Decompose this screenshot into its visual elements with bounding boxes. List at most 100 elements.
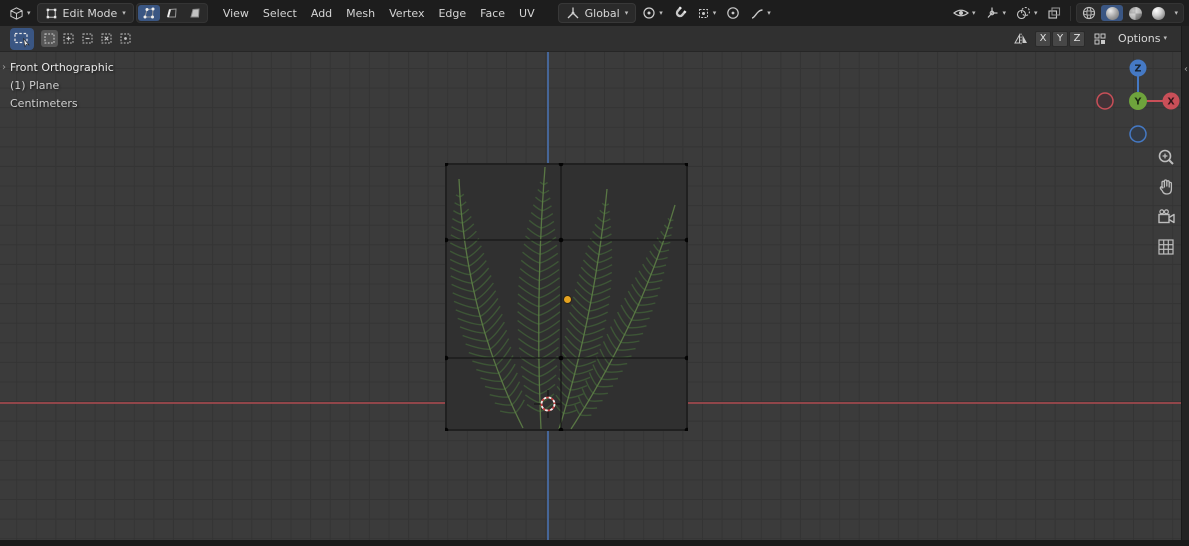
object-origin-dot[interactable] — [564, 296, 571, 303]
mode-label: Edit Mode — [62, 6, 118, 20]
rendered-shading-button[interactable] — [1147, 5, 1169, 21]
sidebar-toggle-arrow[interactable]: ‹ — [1184, 65, 1188, 75]
material-sphere-icon — [1128, 6, 1142, 20]
proportional-falloff-dropdown[interactable]: ▾ — [746, 3, 775, 23]
chevron-down-icon: ▾ — [712, 8, 717, 17]
xray-icon — [1048, 7, 1061, 19]
chevron-down-icon: ▾ — [971, 8, 976, 17]
magnifier-zoom-icon — [1158, 149, 1174, 165]
magnet-icon — [675, 6, 687, 18]
navigation-gizmo[interactable]: Z X Y — [1096, 51, 1180, 147]
camera-view-button[interactable] — [1155, 206, 1177, 228]
select-intersect-mode-button[interactable] — [117, 30, 134, 47]
tool-settings-bar: X Y Z Options ▾ — [0, 26, 1181, 52]
mirror-y-button[interactable]: Y — [1052, 30, 1069, 47]
chevron-down-icon: ▾ — [122, 8, 126, 17]
toolshelf-toggle-arrow[interactable]: › — [2, 63, 6, 73]
status-bar — [0, 540, 1189, 546]
mirror-axis-group: X Y Z — [1035, 30, 1086, 47]
object-visibility-dropdown[interactable]: ▾ — [949, 3, 980, 23]
select-subtract-mode-button[interactable] — [79, 30, 96, 47]
unit-system-label: Centimeters — [10, 97, 78, 110]
menu-bar: View Select Add Mesh Vertex Edge Face UV — [216, 3, 542, 23]
header-separator — [1070, 5, 1072, 21]
chevron-down-icon: ▾ — [1033, 8, 1038, 17]
chevron-down-icon: ▾ — [1174, 8, 1178, 17]
menu-edge[interactable]: Edge — [431, 3, 473, 23]
gizmo-y-label: Y — [1134, 97, 1142, 108]
wireframe-shading-button[interactable] — [1078, 5, 1100, 21]
menu-add[interactable]: Add — [304, 3, 339, 23]
hand-pan-icon — [1159, 179, 1173, 195]
solid-shading-button[interactable] — [1101, 5, 1124, 21]
select-subtract-icon — [82, 33, 93, 44]
select-intersect-icon — [120, 33, 131, 44]
select-mode-group — [135, 3, 208, 23]
right-region-divider — [1181, 26, 1189, 540]
camera-icon — [1158, 209, 1175, 224]
gizmo-axis-neg-x[interactable] — [1096, 92, 1114, 110]
gizmos-dropdown[interactable]: ▾ — [981, 3, 1010, 23]
select-extend-mode-button[interactable] — [60, 30, 77, 47]
menu-face[interactable]: Face — [473, 3, 512, 23]
snap-toggle-button[interactable] — [669, 3, 691, 23]
snap-individual-button[interactable] — [1091, 30, 1108, 47]
menu-uv[interactable]: UV — [512, 3, 542, 23]
mirror-button[interactable] — [1012, 30, 1029, 47]
snap-settings-dropdown[interactable]: ▾ — [693, 3, 721, 23]
select-invert-mode-button[interactable] — [98, 30, 115, 47]
xray-toggle-button[interactable] — [1043, 3, 1065, 23]
menu-select[interactable]: Select — [256, 3, 304, 23]
shading-mode-group: ▾ — [1076, 3, 1184, 23]
tool-options-dropdown[interactable]: Options ▾ — [1114, 29, 1171, 49]
3d-cursor — [534, 390, 562, 418]
box-select-tool-button[interactable] — [10, 27, 34, 50]
edge-select-button[interactable] — [161, 5, 183, 21]
mirror-z-button[interactable]: Z — [1069, 30, 1086, 47]
edge-select-icon — [166, 8, 177, 18]
pivot-point-dropdown[interactable]: ▾ — [638, 3, 667, 23]
active-object-label: (1) Plane — [10, 79, 60, 92]
gizmos-icon — [988, 7, 998, 18]
orientation-label: Global — [584, 6, 620, 20]
select-set-mode-button[interactable] — [41, 30, 58, 47]
pivot-point-icon — [643, 7, 655, 19]
mirror-x-button[interactable]: X — [1035, 30, 1052, 47]
face-select-button[interactable] — [184, 5, 206, 21]
solid-sphere-icon — [1105, 6, 1119, 20]
chevron-down-icon: ▾ — [27, 8, 31, 17]
select-set-icon — [44, 33, 55, 44]
orientation-global-icon — [567, 7, 579, 19]
proportional-editing-button[interactable] — [722, 3, 744, 23]
gizmo-axis-neg-z[interactable] — [1129, 125, 1147, 143]
select-extend-icon — [63, 33, 74, 44]
select-mode-options — [41, 30, 134, 47]
viewport-info-text: Front Orthographic (1) Plane Centimeters — [10, 59, 114, 113]
face-select-icon — [190, 8, 200, 18]
grid-ortho-icon — [1158, 239, 1174, 255]
snap-grid-icon — [1094, 33, 1106, 44]
tool-settings-right: X Y Z Options ▾ — [1012, 29, 1171, 49]
editor-type-button[interactable]: ▾ — [5, 3, 35, 23]
select-invert-icon — [101, 33, 112, 44]
vertex-select-button[interactable] — [137, 5, 160, 21]
gizmo-x-label: X — [1167, 97, 1175, 108]
view-name-label: Front Orthographic — [10, 61, 114, 74]
menu-vertex[interactable]: Vertex — [382, 3, 431, 23]
chevron-down-icon: ▾ — [624, 8, 629, 17]
3d-viewport-editor-icon — [10, 6, 23, 20]
eye-visibility-icon — [952, 9, 969, 17]
mirror-icon — [1013, 32, 1027, 44]
menu-mesh[interactable]: Mesh — [339, 3, 382, 23]
material-preview-shading-button[interactable] — [1124, 5, 1146, 21]
menu-view[interactable]: View — [216, 3, 256, 23]
overlays-dropdown[interactable]: ▾ — [1012, 3, 1042, 23]
pan-button[interactable] — [1155, 176, 1177, 198]
viewport-header: ▾ Edit Mode ▾ View Select Add Mesh Verte… — [0, 0, 1189, 26]
orthographic-toggle-button[interactable] — [1155, 236, 1177, 258]
falloff-curve-icon — [752, 8, 763, 19]
transform-orientation-dropdown[interactable]: Global ▾ — [557, 3, 637, 23]
zoom-button[interactable] — [1155, 146, 1177, 168]
edit-mode-icon — [46, 8, 56, 18]
mode-dropdown[interactable]: Edit Mode ▾ — [36, 3, 134, 23]
